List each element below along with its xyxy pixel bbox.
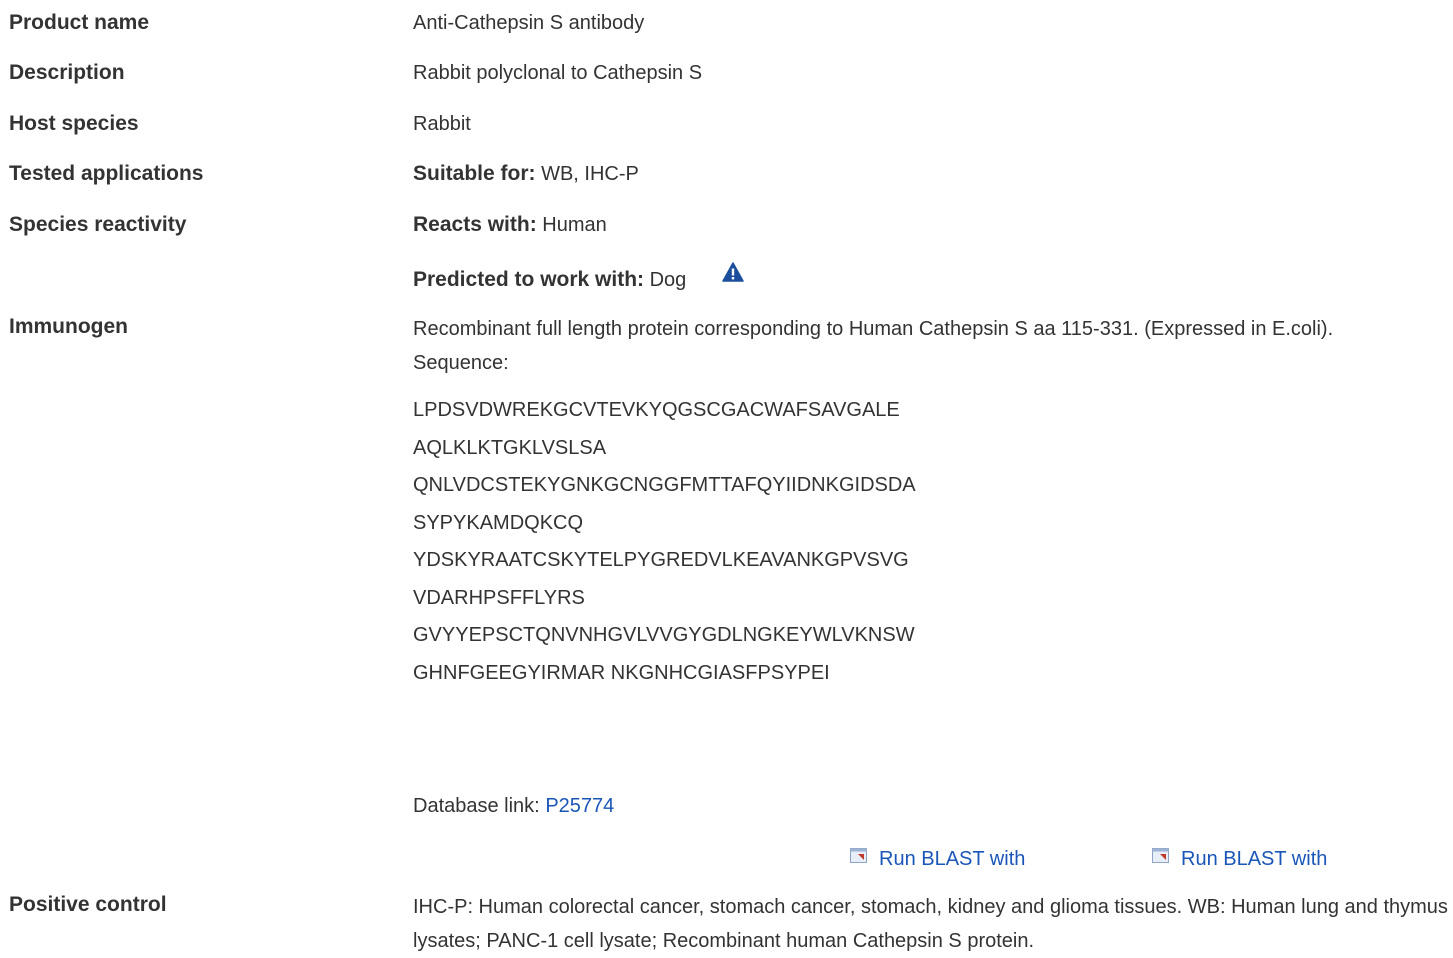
- external-window-icon: [850, 842, 867, 863]
- tested-applications-value: Suitable for: WB, IHC-P: [413, 159, 1448, 189]
- suitable-for-prefix: Suitable for:: [413, 162, 536, 185]
- predicted-to-work-species: Dog: [649, 269, 687, 291]
- description-label: Description: [9, 61, 125, 84]
- host-species-label: Host species: [9, 112, 139, 135]
- sequence-line: QNLVDCSTEKYGNKGCNGGFMTTAFQYIIDNKGIDSDA: [413, 474, 916, 496]
- positive-control-label: Positive control: [9, 893, 167, 916]
- suitable-for-list: WB, IHC-P: [541, 163, 639, 185]
- immunogen-value: Recombinant full length protein correspo…: [413, 312, 1448, 692]
- predicted-to-work-value: Predicted to work with: Dog: [413, 261, 1448, 295]
- database-link-id[interactable]: P25774: [545, 795, 614, 817]
- sequence-line: VDARHPSFFLYRS: [413, 586, 585, 609]
- reacts-with-value: Reacts with: Human: [413, 210, 1448, 240]
- species-reactivity-label: Species reactivity: [9, 213, 187, 236]
- database-link: Database link: P25774: [413, 791, 1448, 821]
- immunogen-description: Recombinant full length protein correspo…: [413, 318, 1334, 340]
- product-name-label: Product name: [9, 11, 150, 34]
- sequence-line: GHNFGEEGYIRMAR NKGNHCGIASFPSYPEI: [413, 661, 830, 684]
- reacts-with-prefix: Reacts with:: [413, 213, 537, 236]
- immunogen-label: Immunogen: [9, 315, 128, 338]
- description-value: Rabbit polyclonal to Cathepsin S: [413, 62, 703, 84]
- sequence-line: GVYYEPSCTQNVNHGVLVVGYGDLNGKEYWLVKNSW: [413, 624, 915, 646]
- database-link-label: Database link:: [413, 795, 540, 817]
- sequence-line: YDSKYRAATCSKYTELPYGREDVLKEAVANKGPVSVG: [413, 549, 909, 571]
- run-blast-link-2[interactable]: Run BLAST with: [1152, 842, 1327, 874]
- reacts-with-species: Human: [542, 214, 607, 236]
- warning-triangle-icon[interactable]: [722, 261, 744, 282]
- product-name-value: Anti-Cathepsin S antibody: [413, 12, 645, 34]
- predicted-to-work-prefix: Predicted to work with:: [413, 268, 645, 291]
- run-blast-label: Run BLAST with: [1181, 848, 1328, 870]
- sequence-label: Sequence:: [413, 352, 509, 374]
- sequence-block: LPDSVDWREKGCVTEVKYQGSCGACWAFSAVGALE AQLK…: [413, 392, 1448, 692]
- external-window-icon: [1152, 842, 1169, 863]
- tested-applications-label: Tested applications: [9, 162, 204, 185]
- host-species-value: Rabbit: [413, 113, 471, 135]
- sequence-line: AQLKLKTGKLVSLSA: [413, 436, 607, 459]
- run-blast-label: Run BLAST with: [879, 848, 1026, 870]
- run-blast-link-1[interactable]: Run BLAST with: [850, 842, 1025, 874]
- positive-control-value: IHC-P: Human colorectal cancer, stomach …: [413, 896, 1448, 952]
- sequence-line: SYPYKAMDQKCQ: [413, 511, 584, 534]
- sequence-line: LPDSVDWREKGCVTEVKYQGSCGACWAFSAVGALE: [413, 399, 900, 421]
